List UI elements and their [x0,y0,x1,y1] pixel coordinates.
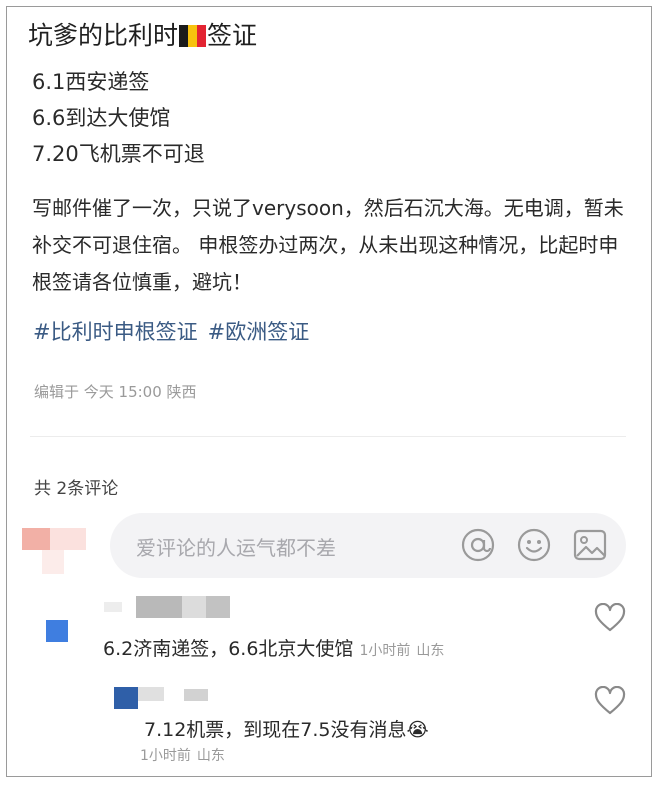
username-blur [104,602,122,612]
heart-icon[interactable] [594,603,626,633]
emoji-icon[interactable] [516,527,552,563]
tag-europe-visa[interactable]: #欧洲签证 [208,320,310,344]
image-icon[interactable] [572,527,608,563]
comment-input-placeholder: 爱评论的人运气都不差 [136,536,336,560]
avatar-blur [42,550,64,574]
post-meta: 编辑于 今天 15:00 陕西 [34,383,197,401]
comment-location: 山东 [416,643,445,659]
post-line: 6.1西安递签 [32,70,150,94]
username-blur [206,596,230,618]
post-tags: #比利时申根签证 #欧洲签证 [33,316,319,346]
comment-2-meta: 1小时前 山东 [140,745,225,765]
belgium-flag-icon [179,24,207,47]
avatar [114,687,138,709]
title-text: 坑爹的比利时 [28,21,179,50]
divider [30,436,626,437]
post-line: 6.6到达大使馆 [32,106,171,130]
at-icon[interactable] [460,527,496,563]
post-body: 写邮件催了一次，只说了verysoon，然后石沉大海。无电调，暂未补交不可退住宿… [32,196,624,294]
crying-emoji-icon: 😭 [406,719,429,741]
comment-time: 1小时前 [359,643,411,659]
avatar [22,528,50,550]
comment-location: 山东 [196,748,225,764]
comment-time: 1小时前 [140,748,191,764]
comment-1: 6.2济南递签，6.6北京大使馆 1小时前 山东 [103,634,444,661]
post-title: 坑爹的比利时 签证 [28,16,257,52]
post-line: 7.20飞机票不可退 [32,142,205,166]
comment-text: 7.12机票，到现在7.5没有消息 [144,719,407,741]
title-text-suffix: 签证 [207,21,258,50]
comment-2: 7.12机票，到现在7.5没有消息😭 [144,715,429,742]
comment-count: 共 2条评论 [34,479,119,499]
heart-icon[interactable] [594,686,626,716]
comment-text: 6.2济南递签，6.6北京大使馆 [103,638,354,660]
avatar-blur [50,528,86,550]
username-blur [136,596,182,618]
avatar [46,620,68,642]
username-blur [182,596,206,618]
username-blur [138,687,164,701]
username-blur [184,689,208,701]
tag-belgium-schengen[interactable]: #比利时申根签证 [33,320,198,344]
